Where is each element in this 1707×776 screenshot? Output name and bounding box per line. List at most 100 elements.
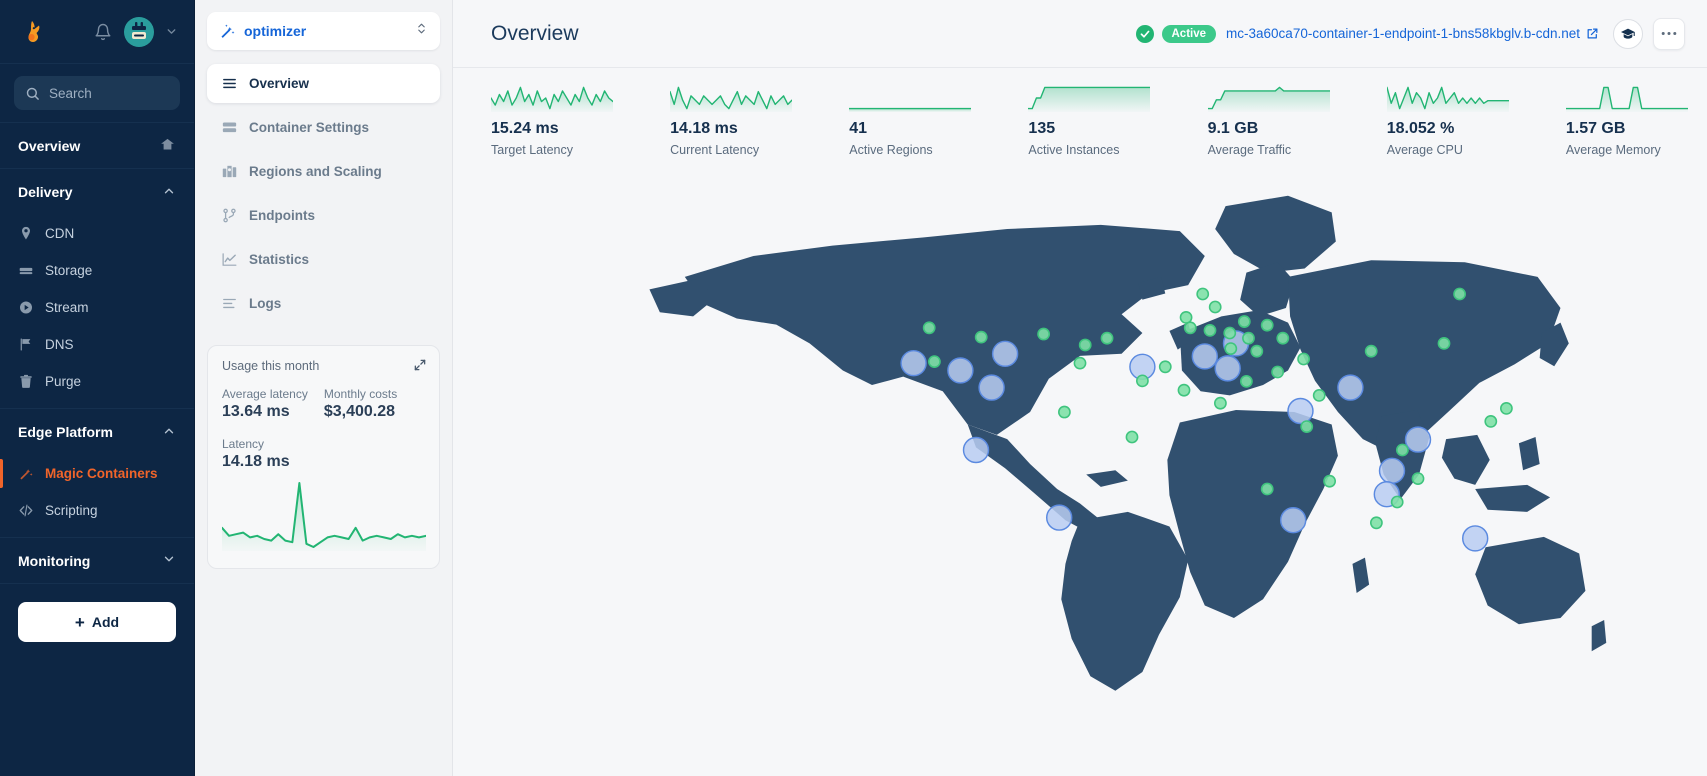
stat-value: 41 (849, 120, 868, 137)
page-title: Overview (491, 21, 579, 45)
play-circle-icon (18, 300, 34, 316)
magic-wand-icon (219, 23, 236, 40)
flag-icon (18, 337, 34, 353)
subnav-item-label: Statistics (249, 252, 310, 267)
sidebar-item-label: Scripting (45, 503, 98, 518)
sidebar-section-delivery[interactable]: Delivery (0, 169, 194, 215)
sidebar-item-stream[interactable]: Stream (0, 289, 194, 326)
sidebar-item-label: Magic Containers (45, 466, 158, 481)
sidebar-section-label: Edge Platform (18, 424, 113, 440)
sidebar-header (0, 0, 194, 64)
sidebar-item-dns[interactable]: DNS (0, 326, 194, 363)
sidebar-section-monitoring-label: Monitoring (18, 552, 91, 569)
usage-card: Usage this month Average latency 13.64 m… (207, 345, 440, 569)
usage-card-metrics: Average latency 13.64 ms Monthly costs $… (222, 387, 425, 421)
magic-wand-icon (18, 466, 34, 482)
chevron-up-icon (162, 184, 176, 201)
sidebar-group: Delivery CDN Storage Stream DNS Purge (0, 169, 194, 409)
subnav-item-statistics[interactable]: Statistics (207, 240, 440, 279)
app-root: Overview Delivery CDN Storage Stream DNS Purg… (0, 0, 1707, 776)
endpoint-hostname-link[interactable]: mc-3a60ca70-container-1-endpoint-1-bns58… (1226, 26, 1599, 41)
add-button-label: Add (91, 614, 120, 630)
stat-value: 15.24 ms (491, 120, 559, 137)
stat-value: 1.57 GB (1565, 120, 1626, 137)
sidebar-section-edge-platform[interactable]: Edge Platform (0, 409, 194, 455)
location-pin-icon (18, 226, 34, 242)
expand-icon[interactable] (413, 358, 427, 372)
user-avatar-icon[interactable] (124, 16, 154, 47)
sidebar-overview-label: Overview (18, 137, 81, 154)
subnav-item-overview[interactable]: Overview (207, 64, 440, 103)
sidebar-add-section: + Add (0, 584, 194, 642)
sidebar-search-section (0, 64, 194, 123)
stat-card: 1.57 GB Average Memory (1528, 86, 1707, 157)
sidebar-item-label: DNS (45, 337, 74, 352)
world-map[interactable] (550, 177, 1610, 697)
sidebar-sections: Delivery CDN Storage Stream DNS Purge Edge Pla… (0, 169, 194, 538)
sidebar-item-overview[interactable]: Overview (0, 123, 194, 169)
graduation-cap-icon[interactable] (1613, 18, 1643, 49)
sidebar-item-cdn[interactable]: CDN (0, 215, 194, 252)
stat-label: Target Latency (491, 143, 573, 157)
endpoint-hostname-text: mc-3a60ca70-container-1-endpoint-1-bns58… (1226, 26, 1580, 41)
stat-sparkline (848, 86, 972, 112)
trash-icon (18, 374, 34, 390)
bunny-logo-icon[interactable] (16, 15, 50, 49)
secondary-sidebar: optimizer Overview Container Settings Regi… (195, 0, 453, 776)
list-icon (221, 75, 238, 92)
sidebar-item-scripting[interactable]: Scripting (0, 492, 194, 529)
stat-label: Average Memory (1565, 143, 1661, 157)
main-content: Overview Active mc-3a60ca70-container-1-… (453, 0, 1707, 776)
line-chart-icon (221, 251, 238, 268)
chevron-down-icon (162, 552, 176, 569)
status-badge: Active (1161, 24, 1217, 43)
sidebar-section-monitoring[interactable]: Monitoring (0, 538, 194, 584)
home-icon (159, 136, 176, 156)
search-box[interactable] (14, 76, 180, 110)
storage-drive-icon (18, 263, 34, 279)
logs-icon (221, 295, 238, 312)
subnav-item-logs[interactable]: Logs (207, 284, 440, 323)
stat-card: 41 Active Regions (811, 86, 990, 157)
check-circle-icon (1135, 24, 1154, 43)
project-name: optimizer (244, 23, 307, 39)
top-bar: Overview Active mc-3a60ca70-container-1-… (453, 0, 1707, 68)
stat-label: Average Traffic (1207, 143, 1292, 157)
stat-label: Current Latency (670, 143, 760, 157)
usage-latency-chart (221, 481, 427, 551)
stat-card: 15.24 ms Target Latency (453, 86, 632, 157)
stats-row: 15.24 ms Target Latency 14.18 ms Current La… (453, 68, 1707, 165)
sidebar-item-purge[interactable]: Purge (0, 363, 194, 400)
subnav-item-label: Endpoints (249, 208, 315, 223)
subnav-item-label: Regions and Scaling (249, 164, 382, 179)
sidebar-item-magic-containers[interactable]: Magic Containers (0, 455, 194, 492)
stat-sparkline (1027, 86, 1152, 112)
bell-icon[interactable] (92, 21, 114, 43)
more-options-button[interactable] (1653, 17, 1685, 50)
sidebar-item-storage[interactable]: Storage (0, 252, 194, 289)
subnav-item-regions-and-scaling[interactable]: Regions and Scaling (207, 152, 440, 191)
search-input[interactable] (49, 85, 169, 101)
stat-sparkline (669, 86, 793, 112)
stat-card: 135 Active Instances (990, 86, 1169, 157)
stat-card: 18.052 % Average CPU (1349, 86, 1528, 157)
stat-value: 14.18 ms (670, 120, 738, 137)
subnav-item-container-settings[interactable]: Container Settings (207, 108, 440, 147)
chevron-down-icon[interactable] (164, 25, 178, 39)
chevron-up-down-icon (415, 21, 428, 41)
plus-icon: + (74, 612, 85, 632)
world-map-panel (453, 165, 1707, 776)
project-selector[interactable]: optimizer (207, 12, 440, 50)
stat-label: Active Regions (849, 143, 933, 157)
sidebar-group: Edge Platform Magic Containers Scripting (0, 409, 194, 538)
subnav-item-endpoints[interactable]: Endpoints (207, 196, 440, 235)
add-button[interactable]: + Add (18, 602, 176, 642)
subnav-item-label: Logs (249, 296, 282, 311)
stat-card: 14.18 ms Current Latency (632, 86, 811, 157)
usage-card-latency: Latency 14.18 ms (222, 437, 425, 471)
sidebar-section-label: Delivery (18, 184, 73, 200)
sidebar-item-label: Purge (45, 374, 82, 389)
sidebar-item-label: Storage (45, 263, 93, 278)
usage-metric: Average latency 13.64 ms (222, 387, 308, 421)
secondary-sidebar-items: Overview Container Settings Regions and Sc… (207, 64, 440, 323)
